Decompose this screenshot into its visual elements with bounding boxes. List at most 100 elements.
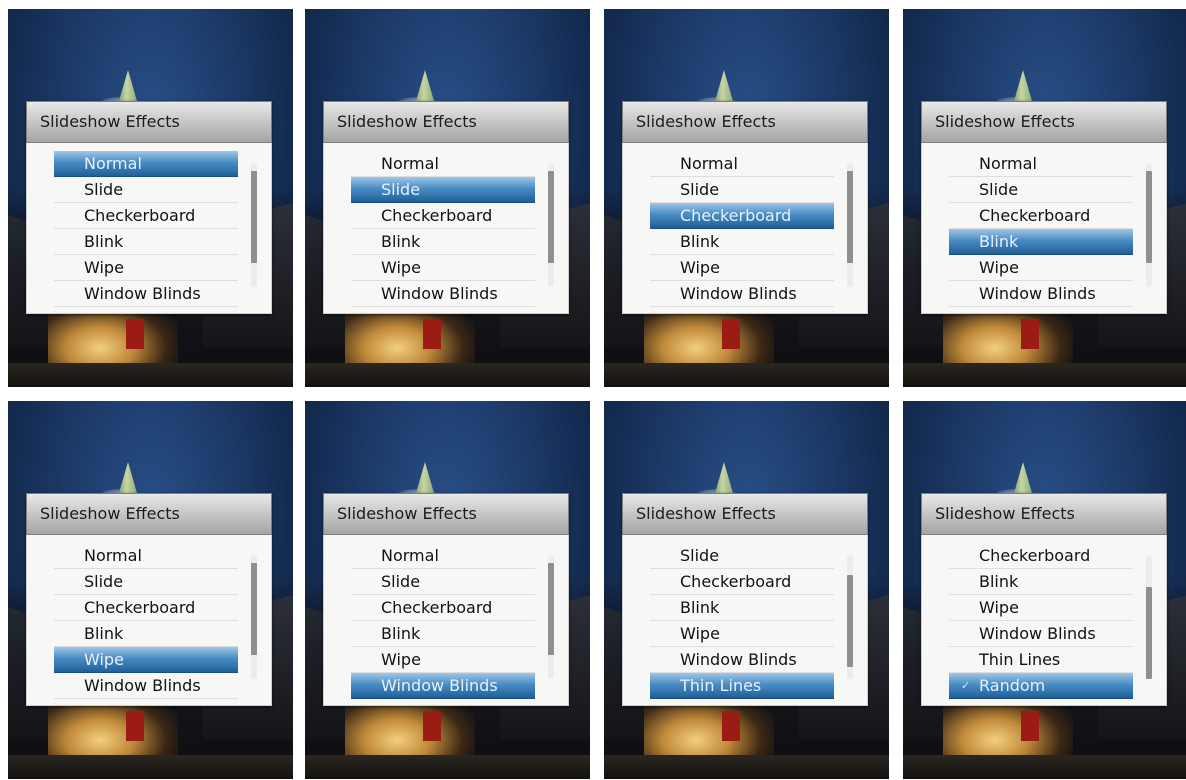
- dialog-title: Slideshow Effects: [921, 493, 1167, 535]
- effect-option[interactable]: Checkerboard: [54, 595, 238, 621]
- effect-option[interactable]: Window Blinds: [351, 673, 535, 699]
- effect-option[interactable]: Checkerboard: [650, 203, 834, 229]
- scrollbar-thumb[interactable]: [1146, 587, 1152, 679]
- effect-option[interactable]: Wipe: [949, 595, 1133, 621]
- effect-option[interactable]: Normal: [351, 543, 535, 569]
- screenshot-panel: Slideshow Effects Checkerboard Blink Wipe Wi…: [903, 401, 1186, 779]
- scrollbar-thumb[interactable]: [548, 563, 554, 655]
- effect-option[interactable]: Slide: [54, 569, 238, 595]
- effect-option-label: Wipe: [84, 650, 124, 669]
- background-red-door: [126, 319, 144, 349]
- effect-option-label: Wipe: [979, 258, 1019, 277]
- scrollbar[interactable]: [251, 163, 257, 287]
- effect-option[interactable]: Slide: [650, 177, 834, 203]
- scrollbar[interactable]: [1146, 555, 1152, 679]
- effect-option[interactable]: Blink: [949, 569, 1133, 595]
- effect-option-label: Blink: [979, 572, 1019, 591]
- effect-option[interactable]: Slide: [351, 569, 535, 595]
- effect-option[interactable]: Blink: [650, 229, 834, 255]
- effect-option[interactable]: Wipe: [949, 255, 1133, 281]
- effect-option[interactable]: Checkerboard: [351, 203, 535, 229]
- effect-option[interactable]: Wipe: [54, 647, 238, 673]
- effect-option[interactable]: Window Blinds: [949, 281, 1133, 307]
- scrollbar[interactable]: [548, 163, 554, 287]
- background-ground: [8, 363, 293, 387]
- scrollbar[interactable]: [548, 555, 554, 679]
- effect-option[interactable]: Checkerboard: [650, 569, 834, 595]
- effect-option[interactable]: Thin Lines: [650, 673, 834, 699]
- effect-option[interactable]: Wipe: [351, 255, 535, 281]
- scrollbar-thumb[interactable]: [251, 171, 257, 263]
- effects-list: Checkerboard Blink Wipe Window Blinds Thin L…: [921, 535, 1167, 706]
- background-ground: [305, 363, 590, 387]
- scrollbar-thumb[interactable]: [251, 563, 257, 655]
- scrollbar-thumb[interactable]: [847, 575, 853, 667]
- scrollbar[interactable]: [847, 163, 853, 287]
- scrollbar[interactable]: [847, 555, 853, 679]
- background-ground: [604, 755, 889, 779]
- effect-option[interactable]: Window Blinds: [949, 621, 1133, 647]
- effect-option[interactable]: Checkerboard: [949, 203, 1133, 229]
- effect-option[interactable]: Window Blinds: [351, 281, 535, 307]
- effect-option[interactable]: Wipe: [351, 647, 535, 673]
- effect-option[interactable]: Wipe: [54, 255, 238, 281]
- effect-option[interactable]: Blink: [949, 229, 1133, 255]
- effect-option[interactable]: Window Blinds: [54, 281, 238, 307]
- screenshot-panel: Slideshow Effects Normal Slide Checkerboard…: [305, 401, 590, 779]
- dialog-title: Slideshow Effects: [921, 101, 1167, 143]
- effect-option[interactable]: Wipe: [650, 255, 834, 281]
- slideshow-effects-dialog: Slideshow Effects Checkerboard Blink Wipe Wi…: [921, 493, 1167, 706]
- effect-option[interactable]: Slide: [54, 177, 238, 203]
- scrollbar-thumb[interactable]: [1146, 171, 1152, 263]
- effect-option[interactable]: Normal: [54, 151, 238, 177]
- effect-option-label: Blink: [979, 232, 1019, 251]
- background-red-door: [1021, 711, 1039, 741]
- effect-option-label: Wipe: [381, 258, 421, 277]
- effect-option[interactable]: Slide: [351, 177, 535, 203]
- screenshot-panel: Slideshow Effects Normal Slide Checkerboard…: [903, 9, 1186, 387]
- effect-option-label: Slide: [680, 546, 720, 565]
- effect-option-label: Window Blinds: [381, 284, 498, 303]
- background-ground: [604, 363, 889, 387]
- effect-option-label: Normal: [84, 154, 142, 173]
- effect-option[interactable]: Blink: [54, 229, 238, 255]
- scrollbar[interactable]: [251, 555, 257, 679]
- effect-option[interactable]: Blink: [351, 621, 535, 647]
- effect-option-label: Checkerboard: [84, 598, 196, 617]
- effect-option-label: Thin Lines: [680, 676, 762, 695]
- effect-option-label: Blink: [84, 624, 124, 643]
- background-red-door: [722, 319, 740, 349]
- effect-option[interactable]: Wipe: [650, 621, 834, 647]
- scrollbar-thumb[interactable]: [548, 171, 554, 263]
- effect-option[interactable]: Slide: [650, 543, 834, 569]
- effect-option-label: Window Blinds: [979, 284, 1096, 303]
- scrollbar-thumb[interactable]: [847, 171, 853, 263]
- slideshow-effects-dialog: Slideshow Effects Normal Slide Checkerboard…: [26, 101, 272, 314]
- effect-option[interactable]: Thin Lines: [949, 647, 1133, 673]
- effect-option-label: Wipe: [84, 258, 124, 277]
- effect-option[interactable]: Checkerboard: [54, 203, 238, 229]
- effect-option[interactable]: ✓ Random: [949, 673, 1133, 699]
- effects-list: Normal Slide Checkerboard Blink Wipe Window B…: [921, 143, 1167, 314]
- effect-option[interactable]: Normal: [54, 543, 238, 569]
- effects-list: Slide Checkerboard Blink Wipe Window Blinds T…: [622, 535, 868, 706]
- effect-option[interactable]: Blink: [54, 621, 238, 647]
- effect-option[interactable]: Normal: [650, 151, 834, 177]
- effect-option[interactable]: Normal: [949, 151, 1133, 177]
- effect-option[interactable]: Window Blinds: [54, 673, 238, 699]
- background-red-door: [423, 711, 441, 741]
- effect-option[interactable]: Normal: [351, 151, 535, 177]
- effect-option[interactable]: Checkerboard: [949, 543, 1133, 569]
- effect-option-label: Blink: [84, 232, 124, 251]
- effect-option[interactable]: Slide: [949, 177, 1133, 203]
- effect-option-label: Wipe: [680, 258, 720, 277]
- effect-option[interactable]: Blink: [650, 595, 834, 621]
- scrollbar[interactable]: [1146, 163, 1152, 287]
- effect-option[interactable]: Window Blinds: [650, 281, 834, 307]
- effect-option[interactable]: Blink: [351, 229, 535, 255]
- slideshow-effects-dialog: Slideshow Effects Normal Slide Checkerboard…: [622, 101, 868, 314]
- effects-list: Normal Slide Checkerboard Blink Wipe Window B…: [26, 535, 272, 706]
- effect-option[interactable]: Window Blinds: [650, 647, 834, 673]
- effect-option[interactable]: Checkerboard: [351, 595, 535, 621]
- effect-option-label: Normal: [979, 154, 1037, 173]
